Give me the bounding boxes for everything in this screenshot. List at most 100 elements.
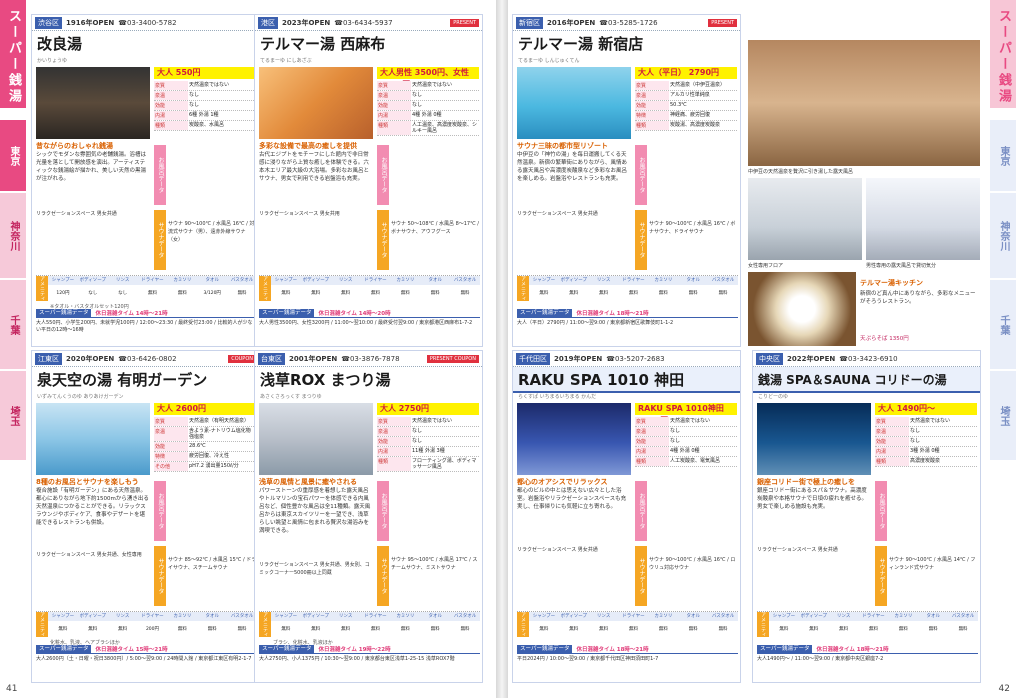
time-bar: スーパー銭湯データ 休日混雑タイム 18時〜21時 bbox=[757, 644, 978, 654]
access-notes: 大人（平日）2790円 / 11:00〜翌9:00 / 東京都新宿区歌舞伎町1-… bbox=[517, 320, 674, 326]
access-notes: 平日2024円 / 10:00〜翌9:00 / 東京都千代田区神田須田町1-7 bbox=[517, 656, 659, 662]
bath-photo bbox=[517, 67, 631, 139]
feature-room-photo-2 bbox=[866, 178, 980, 260]
onsen-card: 港区 2023年OPEN ☎03-6434-5937 PRESENT テルマー湯… bbox=[254, 14, 483, 347]
bath-photo bbox=[757, 403, 871, 475]
onsen-info: 泉質 天然温泉ではない 泉温 なし 効能 なし 内湯 4種 外湯 0種 種類 人工炭酸泉、… bbox=[635, 417, 737, 467]
open-year: 2019年OPEN bbox=[554, 354, 603, 363]
sauna-info: サウナ 90〜100℃ / 水風呂 14℃ / フィンランド式サウナ bbox=[889, 557, 976, 571]
amenity-table: アメニティ シャンプー ボディソープ リンス ドライヤー カミソリ タオル バスタオル 12… bbox=[36, 275, 257, 301]
bath-reading: こりどーのゆ bbox=[758, 394, 789, 400]
access-notes: 大人550円、小学生200円、未就学児100円 / 12:00〜23:30 / … bbox=[36, 320, 253, 333]
tab-tokyo-right[interactable]: 東京 bbox=[990, 120, 1016, 192]
area-label: 台東区 bbox=[258, 352, 285, 365]
feature-caption-2: 女性専用フロア bbox=[748, 263, 784, 269]
section-title: スーパー銭湯 bbox=[0, 0, 26, 108]
facilities: リラクゼーションスペース 男女共用 bbox=[259, 211, 340, 217]
tab-chiba-right[interactable]: 千葉 bbox=[990, 280, 1016, 370]
present-badge: PRESENT bbox=[450, 18, 479, 27]
sauna-data-label: サウナデータ bbox=[635, 210, 647, 270]
time-bar: スーパー銭湯データ 休日混雑タイム 18時〜21時 bbox=[517, 308, 738, 318]
tab-saitama-right[interactable]: 埼玉 bbox=[990, 371, 1016, 461]
bath-reading: あさくさろっくす まつりゆ bbox=[260, 394, 322, 400]
facilities: リラクゼーションスペース 男女共通 bbox=[757, 547, 838, 553]
bath-reading: かいりょうゆ bbox=[37, 58, 68, 64]
onsen-card: 台東区 2001年OPEN ☎03-3876-7878 PRESENT COUP… bbox=[254, 350, 483, 683]
bath-name: 改良湯 bbox=[37, 35, 83, 53]
price-label: 大人 2600円 bbox=[154, 403, 256, 415]
time-bar: スーパー銭湯データ 休日混雑タイム 14時〜21時 bbox=[36, 308, 257, 318]
access-notes: 大人1490円〜 / 11:00〜翌9:00 / 東京都中央区銀座7-2 bbox=[757, 656, 884, 662]
bath-name: 浅草ROX まつり湯 bbox=[260, 371, 391, 389]
bath-data-label: お風呂データ bbox=[875, 481, 887, 541]
tab-saitama[interactable]: 埼玉 bbox=[0, 371, 26, 461]
description: 古代エジプトをモチーフにした館内で非日常感に浸りながら上質な癒しを体験できる。六… bbox=[259, 152, 370, 182]
bath-reading: てるまーゆ しんじゅくてん bbox=[518, 58, 580, 64]
facilities: リラクゼーションスペース 男女共通 bbox=[517, 547, 598, 553]
phone-number: ☎03-3876-7878 bbox=[341, 354, 400, 363]
description: 中伊豆の「神竹の湯」を毎日運搬してくる天然温泉。新宿の繁華街にありながら、風情あ… bbox=[517, 152, 628, 182]
bath-photo bbox=[36, 403, 150, 475]
description: 複合施設「有明ガーデン」にある天然温泉。都心にありながら地下約1500mから湧き… bbox=[36, 488, 149, 526]
amenity-table: アメニティ シャンプー ボディソープ リンス ドライヤー カミソリ タオル バスタオル 無料… bbox=[757, 611, 978, 637]
price-label: RAKU SPA 1010神田 2024円 bbox=[635, 403, 737, 425]
bath-name: 銭湯 SPA＆SAUNA コリドーの湯 bbox=[753, 367, 980, 393]
present-badge: PRESENT bbox=[708, 18, 737, 27]
open-year: 2022年OPEN bbox=[787, 354, 836, 363]
onsen-card: 新宿区 2016年OPEN ☎03-5285-1726 PRESENT テルマー… bbox=[512, 14, 741, 347]
bath-photo bbox=[259, 403, 373, 475]
phone-number: ☎03-5207-2683 bbox=[606, 354, 665, 363]
card-header: 新宿区 2016年OPEN ☎03-5285-1726 PRESENT bbox=[513, 15, 740, 31]
present-coupon-badge: PRESENT COUPON bbox=[426, 354, 479, 363]
open-year: 1916年OPEN bbox=[66, 18, 115, 27]
description: 都心のビルの中とは思えない広々とした浴室。岩盤浴やリラクゼーションスペースも充実… bbox=[517, 488, 627, 510]
sauna-info: サウナ 85〜92℃ / 水風呂 15℃ / ドライサウナ、スチームサウナ bbox=[168, 557, 257, 571]
bath-name: テルマー湯 新宿店 bbox=[518, 35, 644, 53]
open-year: 2023年OPEN bbox=[282, 18, 331, 27]
page-number: 41 bbox=[6, 684, 18, 694]
coupon-badge: COUPON bbox=[228, 354, 256, 363]
headline: サウナ三昧の都市型リゾート bbox=[517, 142, 608, 150]
phone-number: ☎03-3400-5782 bbox=[118, 18, 177, 27]
area-label: 中央区 bbox=[756, 352, 783, 365]
access-notes: 大人2750円、小人1375円 / 10:30〜翌9:00 / 東京都台東区浅草… bbox=[259, 656, 455, 662]
page-number: 42 bbox=[998, 684, 1010, 694]
headline: 多彩な設備で最高の癒しを提供 bbox=[259, 142, 357, 150]
bath-reading: てるまーゆ にしあざぶ bbox=[260, 58, 312, 64]
amenity-table: アメニティ シャンプー ボディソープ リンス ドライヤー カミソリ タオル バスタオル 無料… bbox=[36, 611, 257, 637]
bath-data-label: お風呂データ bbox=[635, 145, 647, 205]
headline: 都心のオアシスでリラックス bbox=[517, 478, 608, 486]
tab-chiba[interactable]: 千葉 bbox=[0, 280, 26, 370]
sauna-data-label: サウナデータ bbox=[154, 210, 166, 270]
sauna-data-label: サウナデータ bbox=[635, 546, 647, 606]
tab-kanagawa[interactable]: 神奈川 bbox=[0, 193, 26, 279]
amenity-table: アメニティ シャンプー ボディソープ リンス ドライヤー カミソリ タオル バスタオル 無料… bbox=[259, 275, 480, 301]
onsen-info: 泉質 天然温泉（有明天然温泉） 泉温 含よう素-ナトリウム塩化物強塩泉 効能 28.6… bbox=[154, 417, 256, 472]
headline: 銀座コリドー街で極上の癒しを bbox=[757, 478, 855, 486]
area-label: 江東区 bbox=[35, 352, 62, 365]
open-year: 2020年OPEN bbox=[66, 354, 115, 363]
phone-number: ☎03-6426-0802 bbox=[118, 354, 177, 363]
feature-caption-1: 中伊豆の天然温泉を贅沢に引き湯した露天風呂 bbox=[748, 169, 854, 175]
bath-reading: いずみてんくうのゆ ありあけガーデン bbox=[37, 394, 124, 400]
amenity-table: アメニティ シャンプー ボディソープ リンス ドライヤー カミソリ タオル バスタオル 無料… bbox=[517, 611, 738, 637]
sauna-info: サウナ 95〜100℃ / 水風呂 17℃ / スチームサウナ、ミストサウナ bbox=[391, 557, 478, 571]
area-label: 渋谷区 bbox=[35, 16, 62, 29]
bath-data-label: お風呂データ bbox=[635, 481, 647, 541]
tab-tokyo[interactable]: 東京 bbox=[0, 120, 26, 192]
feature-food-photo bbox=[748, 272, 856, 346]
bath-photo bbox=[259, 67, 373, 139]
section-title-right: スーパー銭湯 bbox=[990, 0, 1016, 108]
bath-name: 泉天空の湯 有明ガーデン bbox=[37, 371, 208, 389]
description: パワーストーンの重厚感を着想した露天風呂やトルマリンの宝石パワーを体感できる内風… bbox=[259, 488, 371, 534]
facilities: リラクゼーションスペース 男女共通、男女別、コミックコーナー5000冊以上同蔵 bbox=[259, 562, 370, 576]
feature-room-photo bbox=[748, 178, 862, 260]
onsen-info: 泉質 天然温泉ではない 泉温 なし 効能 なし 内湯 6種 外湯 1種 種類 炭酸泉、水風… bbox=[154, 81, 256, 131]
time-bar: スーパー銭湯データ 休日混雑タイム 14時〜20時 bbox=[259, 308, 480, 318]
card-header: 江東区 2020年OPEN ☎03-6426-0802 COUPON bbox=[32, 351, 259, 367]
left-page: スーパー銭湯 東京 神奈川 千葉 埼玉 41 渋谷区 1916年OPEN ☎03… bbox=[0, 0, 496, 698]
access-notes: 大人男性3500円、女性3200円 / 11:00〜翌10:00 / 最終受付翌… bbox=[259, 320, 473, 326]
amenity-table: アメニティ シャンプー ボディソープ リンス ドライヤー カミソリ タオル バスタオル 無料… bbox=[259, 611, 480, 637]
price-label: 大人 1490円〜 bbox=[875, 403, 977, 415]
tab-kanagawa-right[interactable]: 神奈川 bbox=[990, 193, 1016, 279]
